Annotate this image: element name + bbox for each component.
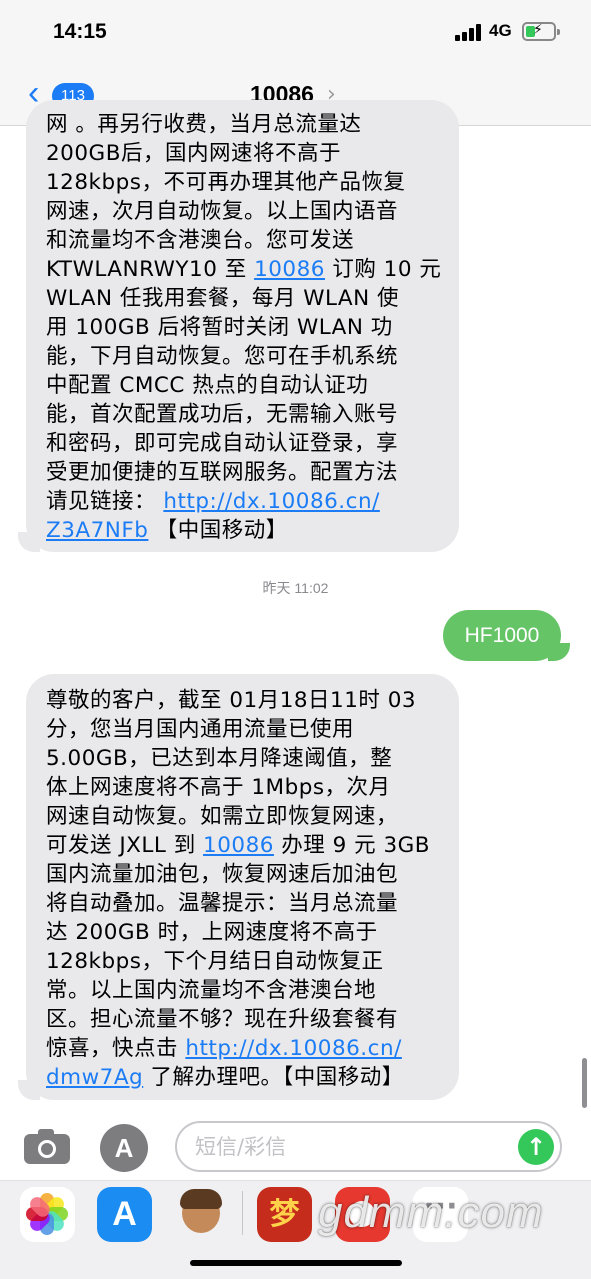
message-line: 5.00GB，已达到本月降速阈值，整 [46,746,393,771]
message-line: 和流量均不含港澳台。您可发送 [46,228,355,253]
message-line: 128kbps，下个月结日自动恢复正 [46,949,384,974]
incoming-message[interactable]: 尊敬的客户，截至 01月18日11时 03 分，您当月国内通用流量已使用 5.0… [26,674,459,1100]
message-input[interactable] [195,1131,515,1163]
message-line: 网 。再另行收费，当月总流量达 [46,112,362,137]
message-line: 网速自动恢复。如需立即恢复网速， [46,804,399,829]
memoji-app-icon[interactable] [174,1187,229,1242]
send-arrow-icon[interactable]: ↑ [518,1129,554,1165]
message-line: 能，下月自动恢复。您可在手机系统 [46,344,399,369]
message-line: 惊喜，快点击 http://dx.10086.cn/ [46,1036,402,1061]
app-store-icon[interactable]: A [100,1124,148,1172]
message-line: 网速，次月自动恢复。以上国内语音 [46,199,399,224]
app-store-app-icon[interactable]: A [97,1187,152,1242]
message-line: 区。担心流量不够？现在升级套餐有 [46,1007,399,1032]
scrollbar[interactable] [582,1058,587,1108]
message-line: 受更加便捷的互联网服务。配置方法 [46,460,399,485]
outgoing-message[interactable]: HF1000 [443,610,561,661]
phone-number-link[interactable]: 10086 [203,833,274,858]
signal-icon [455,24,483,41]
message-line: 国内流量加油包，恢复网速后加油包 [46,862,399,887]
url-link[interactable]: http://dx.10086.cn/ [185,1036,402,1061]
phone-number-link[interactable]: 10086 [254,257,325,282]
message-line: KTWLANRWY10 至 10086 订购 10 元 [46,257,442,282]
back-chevron-icon[interactable]: ‹ [28,76,39,110]
message-line: 分，您当月国内通用流量已使用 [46,717,355,742]
status-time: 14:15 [53,20,107,43]
network-type: 4G [489,21,512,40]
status-bar: 14:15 4G ⚡ [0,0,591,64]
watermark: gdmm.com [318,1188,544,1237]
home-indicator[interactable] [190,1260,402,1266]
message-line: 达 200GB 时，上网速度将不高于 [46,920,378,945]
drawer-divider [242,1191,243,1235]
url-link[interactable]: http://dx.10086.cn/ [163,489,380,514]
message-line: 中配置 CMCC 热点的自动认证功 [46,373,369,398]
message-line: 将自动叠加。温馨提示：当月总流量 [46,891,399,916]
incoming-message[interactable]: 网 。再另行收费，当月总流量达 200GB后，国内网速将不高于 128kbps，… [26,100,459,552]
message-line: 128kbps，不可再办理其他产品恢复 [46,170,406,195]
message-line: 可发送 JXLL 到 10086 办理 9 元 3GB [46,833,431,858]
message-line: 尊敬的客户，截至 01月18日11时 03 [46,688,417,713]
message-input-field[interactable]: ↑ [175,1121,562,1172]
camera-icon[interactable] [24,1128,70,1164]
message-line: 体上网速度将不高于 1Mbps，次月 [46,775,391,800]
message-line: 用 100GB 后将暂时关闭 WLAN 功 [46,315,393,340]
message-line: 200GB后，国内网速将不高于 [46,141,341,166]
message-line: Z3A7NFb 【中国移动】 [46,518,288,543]
message-line: 请见链接： http://dx.10086.cn/ [46,489,380,514]
message-line: dmw7Ag 了解办理吧。【中国移动】 [46,1065,404,1090]
message-line: 和密码，即可完成自动认证登录，享 [46,431,399,456]
url-link[interactable]: Z3A7NFb [46,518,148,543]
photos-app-icon[interactable] [20,1187,75,1242]
url-link[interactable]: dmw7Ag [46,1065,143,1090]
game-app-icon[interactable]: 梦 [257,1187,312,1242]
battery-charging-icon: ⚡ [522,22,560,41]
message-line: 常。以上国内流量均不含港澳台地 [46,978,377,1003]
message-line: 能，首次配置成功后，无需输入账号 [46,402,399,427]
message-timestamp: 昨天 11:02 [262,580,329,596]
message-line: WLAN 任我用套餐，每月 WLAN 使 [46,286,400,311]
